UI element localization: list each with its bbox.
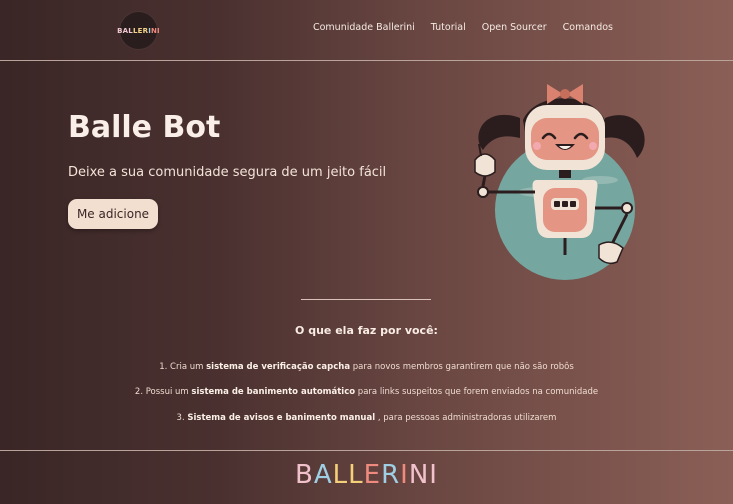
footer-logo: BALLERINI xyxy=(0,460,733,490)
feature-item: 2. Possui um sistema de banimento automá… xyxy=(0,387,733,397)
feature-suffix: para links suspeitos que forem enviados … xyxy=(355,387,599,397)
logo-letters-2: LER xyxy=(132,26,149,35)
hero-subtitle: Deixe a sua comunidade segura de um jeit… xyxy=(68,165,387,180)
feature-item: 1. Cria um sistema de verificação capcha… xyxy=(0,362,733,372)
feature-prefix: 3. xyxy=(176,413,188,423)
section-divider xyxy=(301,299,431,300)
footer-logo-letter: N xyxy=(408,460,430,490)
nav-link-open-sourcer[interactable]: Open Sourcer xyxy=(482,22,547,33)
feature-highlight: sistema de banimento automático xyxy=(191,387,356,397)
feature-suffix: , para pessoas administradoras utilizare… xyxy=(375,413,557,423)
footer-logo-letter: E xyxy=(363,460,382,490)
footer-logo-letter: I xyxy=(400,460,409,490)
ballerini-logo-icon[interactable]: BAL LER I NI xyxy=(117,11,160,50)
feature-prefix: 1. Cria um xyxy=(159,362,207,372)
nav-link-tutorial[interactable]: Tutorial xyxy=(431,22,466,33)
add-bot-button[interactable]: Me adicione xyxy=(68,199,158,229)
feature-highlight: sistema de verificação capcha xyxy=(206,362,351,372)
features-title: O que ela faz por você: xyxy=(295,324,438,337)
footer-logo-letter: R xyxy=(381,460,401,490)
footer-logo-letter: A xyxy=(313,460,333,490)
page-title: Balle Bot xyxy=(68,110,221,145)
footer-logo-letter: L xyxy=(332,460,349,490)
logo-letters-1: BAL xyxy=(117,26,133,35)
robot-illustration-icon xyxy=(474,84,645,280)
footer-logo-letter: B xyxy=(295,460,314,490)
top-divider xyxy=(0,60,733,61)
feature-item: 3. Sistema de avisos e banimento manual … xyxy=(0,413,733,423)
footer-divider xyxy=(0,450,733,451)
footer-logo-letter: I xyxy=(429,460,438,490)
feature-suffix: para novos membros garantirem que não sã… xyxy=(350,362,574,372)
feature-highlight: Sistema de avisos e banimento manual xyxy=(187,413,376,423)
nav-link-comunidade[interactable]: Comunidade Ballerini xyxy=(313,22,415,33)
feature-prefix: 2. Possui um xyxy=(134,387,192,397)
nav-link-comandos[interactable]: Comandos xyxy=(563,22,613,33)
footer-logo-letter: L xyxy=(348,460,364,490)
main-nav: Comunidade Ballerini Tutorial Open Sourc… xyxy=(313,22,613,33)
top-navigation-bar: BAL LER I NI Comunidade Ballerini Tutorial … xyxy=(0,0,733,60)
logo-letters-4: NI xyxy=(151,26,160,35)
